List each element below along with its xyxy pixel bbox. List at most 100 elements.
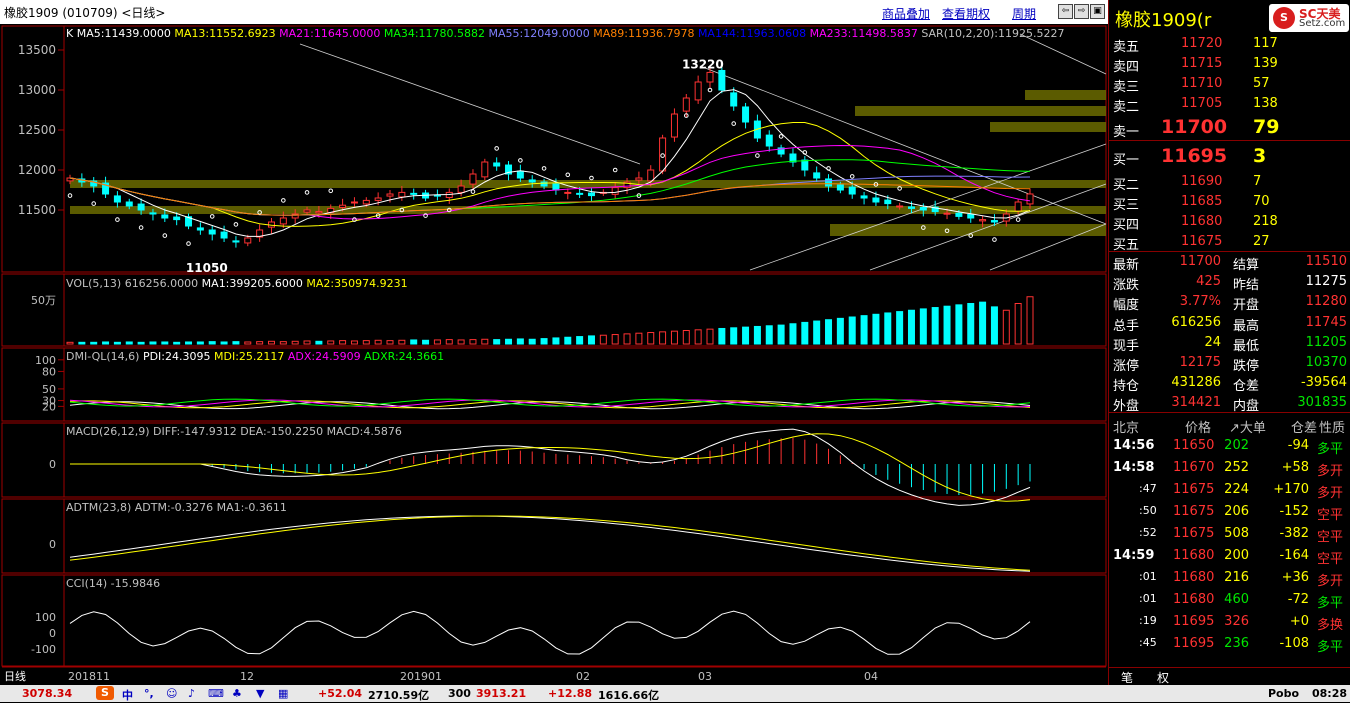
volume-bar	[267, 340, 275, 345]
y-tick-label: 12500	[18, 123, 56, 137]
bid-volume: 218	[1253, 214, 1278, 229]
sar-dot	[707, 87, 713, 93]
volume-bar	[777, 324, 785, 345]
ask-row[interactable]: 卖五 11720 117	[1109, 34, 1350, 55]
y-tick-label: 11500	[18, 203, 56, 217]
ask-label: 卖二	[1113, 100, 1140, 115]
taskbar: 3078.34 S 中 °, ☺ ♪ ⌨ ♣ ▼ ▦ +52.04 2710.5…	[0, 685, 1350, 702]
tick-volume: 252	[1224, 460, 1249, 475]
volume-bar	[137, 341, 145, 345]
volume-bar	[433, 339, 441, 345]
keyboard-icon[interactable]: ⌨	[208, 687, 224, 700]
volume-bar	[149, 341, 157, 345]
volume-bar	[765, 325, 773, 345]
volume-bar	[635, 332, 643, 345]
bid-label: 买二	[1113, 178, 1140, 193]
candle-body	[979, 219, 987, 222]
tick-time: :19	[1139, 614, 1157, 627]
volume-bar	[990, 306, 998, 345]
volume-bar	[90, 341, 98, 345]
next-arrow-icon[interactable]: ⇨	[1074, 4, 1089, 19]
grid-icon[interactable]: ▦	[278, 687, 288, 700]
volume-bar	[884, 312, 892, 345]
view-options-link[interactable]: 查看期权	[942, 5, 990, 22]
candle-body	[813, 172, 821, 179]
bid-price: 11680	[1181, 214, 1223, 229]
tab-rights[interactable]: 权	[1157, 669, 1169, 686]
ime-icon[interactable]: S	[96, 686, 114, 700]
macd-legend: MACD(26,12,9) DIFF:-147.9312 DEA:-150.22…	[66, 425, 402, 438]
candle-body	[125, 201, 133, 207]
candle-body	[220, 231, 228, 239]
candle-body	[362, 199, 370, 205]
stat-value: 616256	[1171, 314, 1221, 330]
tab-ticks[interactable]: 笔	[1121, 669, 1133, 686]
bid-row[interactable]: 买一 11695 3	[1109, 144, 1350, 170]
bid-row[interactable]: 买二 11690 7	[1109, 172, 1350, 193]
tick-diff: -382	[1279, 526, 1309, 541]
bid-row[interactable]: 买四 11680 218	[1109, 212, 1350, 233]
shirt-icon[interactable]: ▼	[256, 687, 264, 700]
volume-bar	[161, 341, 169, 345]
ask-price: 11710	[1181, 76, 1223, 91]
cci-line	[69, 610, 1031, 655]
tick-diff: -152	[1279, 504, 1309, 519]
volume-bar	[66, 341, 74, 345]
maximize-icon[interactable]: ▣	[1090, 4, 1105, 19]
candle-body	[872, 197, 880, 203]
dmi-ytick: 20	[42, 400, 56, 413]
tick-time: :52	[1139, 526, 1157, 539]
sar-dot	[470, 189, 476, 194]
overlay-product-link[interactable]: 商品叠加	[882, 5, 930, 22]
cci-ytick: -100	[31, 643, 56, 656]
tick-time: :47	[1139, 482, 1157, 495]
dea-line	[70, 433, 1031, 502]
candle-body	[587, 192, 595, 197]
emoji-icon[interactable]: ☺	[166, 687, 177, 700]
tick-nature: 多平	[1317, 640, 1344, 655]
stat-value: 11275	[1305, 274, 1347, 290]
bid-row[interactable]: 买三 11685 70	[1109, 192, 1350, 213]
tick-header-cell: ↗大单	[1229, 421, 1266, 436]
x-label: 02	[576, 670, 590, 683]
mic-icon[interactable]: ♪	[188, 687, 195, 700]
tick-time: 14:56	[1113, 438, 1155, 453]
tick-volume: 216	[1224, 570, 1249, 585]
ask-row[interactable]: 卖四 11715 139	[1109, 54, 1350, 75]
tick-header: 北京 价格 ↗大单 仓差 性质	[1109, 415, 1350, 436]
volume-bar	[398, 339, 406, 345]
tick-price: 11680	[1173, 592, 1215, 607]
candle-body	[860, 195, 868, 199]
tick-time: :45	[1139, 636, 1157, 649]
sar-dot	[281, 198, 286, 203]
panel-frame	[1, 574, 1107, 667]
stat-label: 持仓	[1113, 379, 1140, 395]
candle-body	[967, 213, 975, 219]
x-label: 201901	[400, 670, 442, 683]
candle-body	[955, 212, 963, 217]
candle-body	[1014, 201, 1022, 212]
candle-body	[990, 220, 998, 223]
sar-dot	[731, 121, 737, 126]
cci-legend: CCI(14) -15.9846	[66, 577, 160, 590]
bid-row[interactable]: 买五 11675 27	[1109, 232, 1350, 253]
pobo-label: Pobo	[1268, 687, 1300, 700]
ask-row[interactable]: 卖三 11710 57	[1109, 74, 1350, 95]
price-band	[990, 122, 1106, 132]
ime-punct-icon[interactable]: °,	[144, 687, 154, 700]
ask-row[interactable]: 卖一 11700 79	[1109, 114, 1350, 140]
period-link[interactable]: 周期	[1012, 5, 1036, 22]
kline-chart[interactable]: 13500130001250012000115001322011050K MA5…	[0, 24, 1108, 685]
dmi-ytick: 80	[42, 365, 56, 378]
skin-icon[interactable]: ♣	[232, 687, 242, 700]
ime-lang[interactable]: 中	[122, 687, 133, 703]
sar-dot	[755, 153, 760, 158]
tick-row: :45 11695 236 -108 多平	[1109, 634, 1350, 655]
prev-arrow-icon[interactable]: ⇦	[1058, 4, 1073, 19]
candle-body	[706, 71, 714, 83]
candle-body	[244, 237, 252, 244]
ask-volume: 79	[1253, 116, 1280, 138]
stat-row: 幅度 3.77% 开盘 11280	[1109, 292, 1350, 313]
ask-row[interactable]: 卖二 11705 138	[1109, 94, 1350, 115]
volume-bar	[919, 308, 927, 345]
